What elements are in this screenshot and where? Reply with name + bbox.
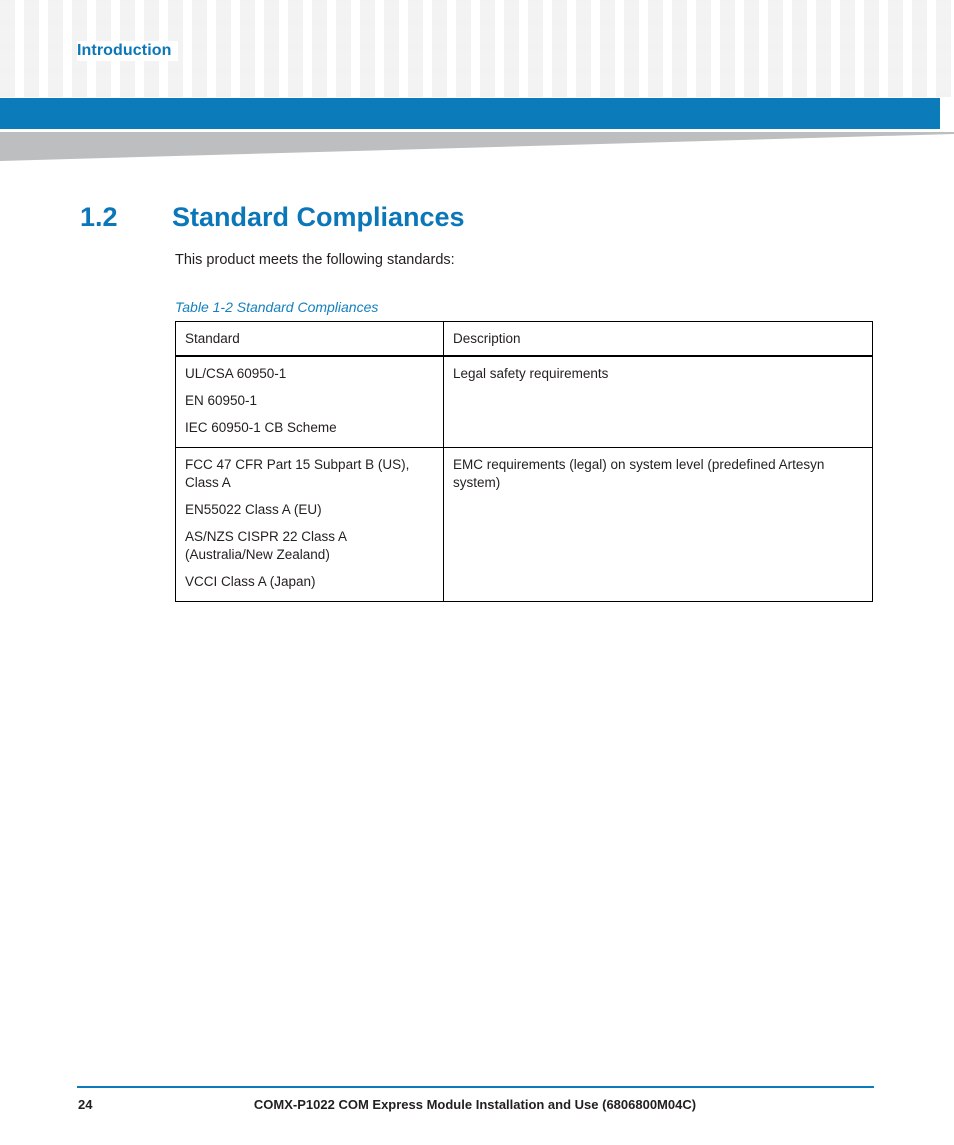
footer-document-title: COMX-P1022 COM Express Module Installati… bbox=[253, 1097, 697, 1112]
column-header-description: Description bbox=[443, 321, 873, 357]
header-blue-bar bbox=[0, 98, 940, 129]
column-header-standard: Standard bbox=[175, 321, 444, 357]
standard-entry: FCC 47 CFR Part 15 Subpart B (US), Class… bbox=[185, 457, 410, 490]
header-gray-wedge bbox=[0, 132, 954, 162]
standard-entry: EN55022 Class A (EU) bbox=[185, 502, 322, 517]
section-title: Standard Compliances bbox=[172, 202, 465, 233]
cell-description: EMC requirements (legal) on system level… bbox=[443, 447, 873, 602]
standard-entry: IEC 60950-1 CB Scheme bbox=[185, 420, 337, 435]
footer-rule bbox=[77, 1086, 874, 1088]
cell-standard: UL/CSA 60950-1 EN 60950-1 IEC 60950-1 CB… bbox=[175, 355, 444, 448]
cell-standard: FCC 47 CFR Part 15 Subpart B (US), Class… bbox=[175, 447, 444, 602]
cell-description: Legal safety requirements bbox=[443, 355, 873, 448]
table-row: FCC 47 CFR Part 15 Subpart B (US), Class… bbox=[175, 447, 873, 602]
header-square-row bbox=[0, 2, 954, 21]
description-entry: Legal safety requirements bbox=[453, 366, 609, 381]
table-row: UL/CSA 60950-1 EN 60950-1 IEC 60950-1 CB… bbox=[175, 355, 873, 448]
table-header-row: Standard Description bbox=[175, 321, 873, 357]
standard-entry: AS/NZS CISPR 22 Class A (Australia/New Z… bbox=[185, 529, 347, 562]
page-header: Introduction bbox=[0, 0, 954, 97]
chapter-title: Introduction bbox=[77, 41, 178, 61]
standard-entry: EN 60950-1 bbox=[185, 393, 258, 408]
section-number: 1.2 bbox=[80, 202, 118, 233]
standard-entry: VCCI Class A (Japan) bbox=[185, 574, 316, 589]
page-title: 1.2 Standard Compliances bbox=[80, 200, 880, 234]
header-square-row bbox=[0, 74, 954, 93]
intro-paragraph: This product meets the following standar… bbox=[175, 251, 455, 268]
table-caption: Table 1-2 Standard Compliances bbox=[175, 299, 379, 315]
standard-compliances-table: Standard Description UL/CSA 60950-1 EN 6… bbox=[175, 321, 873, 602]
description-entry: EMC requirements (legal) on system level… bbox=[453, 457, 825, 490]
standard-entry: UL/CSA 60950-1 bbox=[185, 366, 287, 381]
